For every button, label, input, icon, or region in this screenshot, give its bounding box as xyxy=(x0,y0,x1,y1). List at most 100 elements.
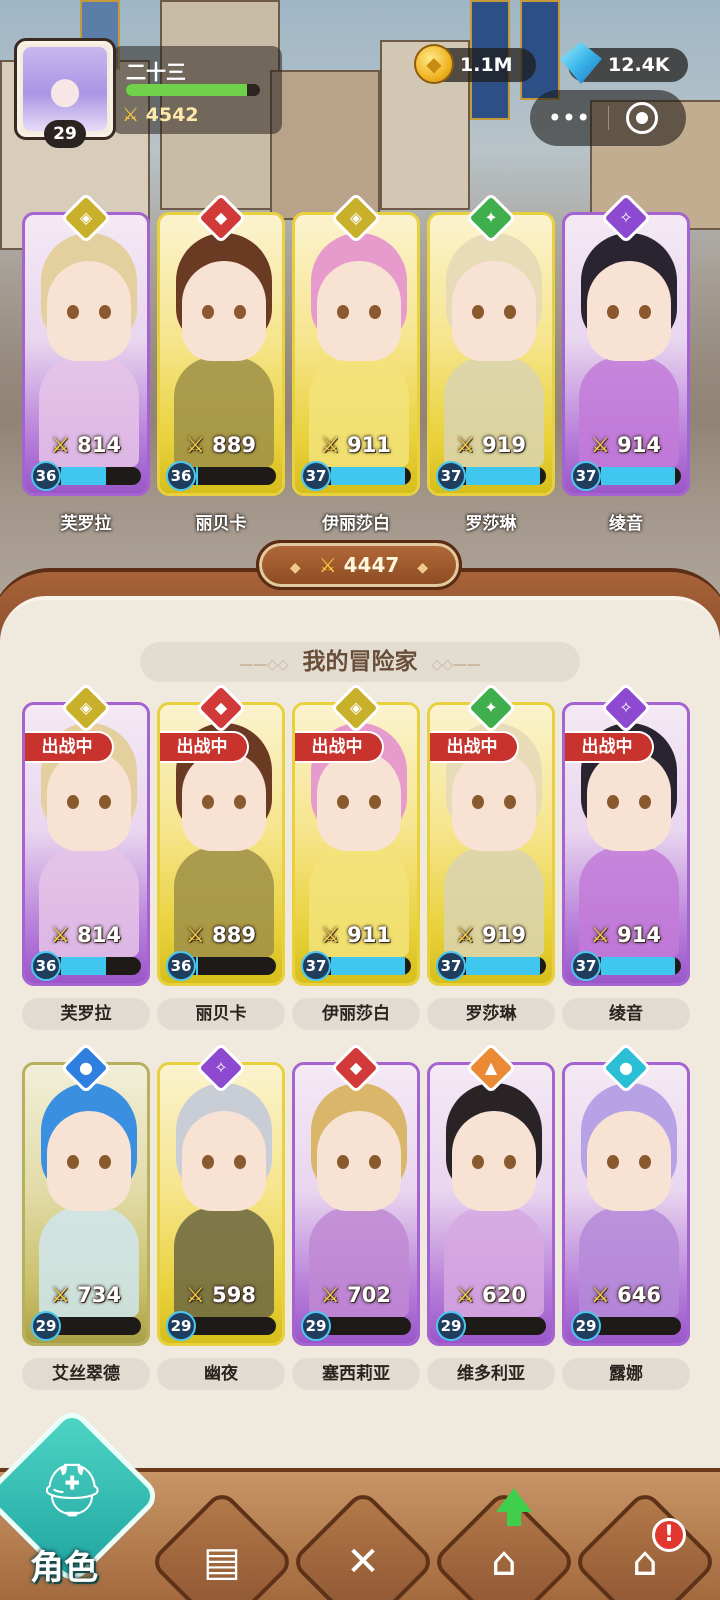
hero-level-bar xyxy=(47,1317,141,1335)
hero-level-bar xyxy=(587,957,681,975)
sword-icon: ⚔ xyxy=(321,1283,348,1307)
hero-power-value: 911 xyxy=(347,433,391,457)
hero-portrait xyxy=(182,751,266,851)
close-target-icon[interactable] xyxy=(626,102,658,134)
hero-portrait xyxy=(47,1111,131,1211)
hero-level: 37 xyxy=(436,951,466,981)
hero-card[interactable]: ⚔ 919 37 xyxy=(427,212,555,496)
hero-level-row: 29 xyxy=(166,1311,276,1341)
hero-name: 罗莎琳 xyxy=(427,998,555,1030)
hero-card[interactable]: 出战中 ⚔ 911 37 xyxy=(292,702,420,986)
hero-card[interactable]: 出战中 ⚔ 814 36 xyxy=(22,702,150,986)
sword-icon: ⚔ xyxy=(186,433,213,457)
hero-level: 37 xyxy=(571,951,601,981)
hero-level: 37 xyxy=(571,461,601,491)
hero-power: ⚔ 919 xyxy=(430,433,552,457)
alert-badge: ! xyxy=(652,1518,686,1552)
sword-icon: ⚔ xyxy=(186,923,213,947)
hero-level: 36 xyxy=(166,951,196,981)
gem-counter[interactable]: 12.4K xyxy=(560,42,688,84)
sword-icon: ⚔ xyxy=(321,433,348,457)
hero-portrait xyxy=(317,1111,401,1211)
hero-level: 29 xyxy=(31,1311,61,1341)
hero-name: 绫音 xyxy=(562,998,690,1030)
player-name: 二十三 xyxy=(126,60,186,84)
hero-power-value: 919 xyxy=(482,433,526,457)
hero-power: ⚔ 889 xyxy=(160,923,282,947)
hero-name: 塞西莉亚 xyxy=(292,1358,420,1390)
hero-card[interactable]: ⚔ 598 29 xyxy=(157,1062,285,1346)
hero-level-bar xyxy=(452,957,546,975)
hero-card[interactable]: 出战中 ⚔ 889 36 xyxy=(157,702,285,986)
hero-portrait xyxy=(587,261,671,361)
hero-name: 绫音 xyxy=(609,514,643,534)
hero-portrait xyxy=(587,751,671,851)
team-power-value: 4447 xyxy=(343,553,400,577)
hero-card[interactable]: ⚔ 646 29 xyxy=(562,1062,690,1346)
avatar-portrait xyxy=(23,47,107,131)
hero-name: 露娜 xyxy=(562,1358,690,1390)
hero-power-value: 598 xyxy=(212,1283,256,1307)
helmet-icon: ⛑ xyxy=(38,1461,105,1521)
diamond-deco-icon: ◆ xyxy=(289,560,301,576)
hero-level: 37 xyxy=(301,951,331,981)
hero-level-row: 37 xyxy=(301,461,411,491)
gold-counter[interactable]: ◆ 1.1M xyxy=(414,44,536,84)
roster-title-text: 我的冒险家 xyxy=(302,649,418,675)
hero-power: ⚔ 814 xyxy=(25,923,147,947)
sword-icon: ⚔ xyxy=(456,923,483,947)
diamond-deco-icon: ◆ xyxy=(417,560,429,576)
hero-power-value: 911 xyxy=(347,923,391,947)
team-power-badge-overlay: ◆ ⚔ 4447 ◆ xyxy=(256,540,462,590)
hero-name: 丽贝卡 xyxy=(157,998,285,1030)
more-menu-button[interactable]: ••• xyxy=(530,90,608,146)
in-battle-tag: 出战中 xyxy=(25,731,114,763)
sword-icon: ⚔ xyxy=(122,104,140,126)
hero-card[interactable]: ⚔ 814 36 xyxy=(22,212,150,496)
hero-card[interactable]: ⚔ 911 37 xyxy=(292,212,420,496)
hero-level: 36 xyxy=(31,951,61,981)
hero-name: 芙罗拉 xyxy=(22,998,150,1030)
hero-portrait xyxy=(317,261,401,361)
capsule-divider xyxy=(608,106,609,130)
hero-power: ⚔ 620 xyxy=(430,1283,552,1307)
player-power-value: 4542 xyxy=(145,104,199,126)
coin-icon: ◆ xyxy=(414,44,454,84)
hero-level-fill xyxy=(601,467,676,485)
hero-power: ⚔ 919 xyxy=(430,923,552,947)
sword-icon: ⚔ xyxy=(591,923,618,947)
sword-icon: ⚔ xyxy=(591,433,618,457)
nav-character-label: 角色 xyxy=(30,1548,98,1588)
hero-level: 37 xyxy=(301,461,331,491)
hero-portrait xyxy=(47,751,131,851)
hero-level-bar xyxy=(47,467,141,485)
hero-level-fill xyxy=(331,467,406,485)
hero-level-bar xyxy=(452,467,546,485)
more-dots-icon: ••• xyxy=(547,104,591,132)
hero-level: 36 xyxy=(166,461,196,491)
player-xp-fill xyxy=(126,84,247,96)
hero-power-value: 814 xyxy=(77,433,121,457)
hero-portrait xyxy=(452,1111,536,1211)
hero-level-fill xyxy=(466,957,541,975)
hero-level-fill xyxy=(61,467,107,485)
hero-name: 伊丽莎白 xyxy=(292,998,420,1030)
hero-power: ⚔ 889 xyxy=(160,433,282,457)
hero-card[interactable]: ⚔ 620 29 xyxy=(427,1062,555,1346)
hero-card[interactable]: ⚔ 734 29 xyxy=(22,1062,150,1346)
hero-level-row: 29 xyxy=(436,1311,546,1341)
hero-level: 37 xyxy=(436,461,466,491)
hero-power: ⚔ 734 xyxy=(25,1283,147,1307)
hero-level-fill xyxy=(196,467,198,485)
hero-card[interactable]: ⚔ 702 29 xyxy=(292,1062,420,1346)
hero-card[interactable]: ⚔ 889 36 xyxy=(157,212,285,496)
sword-icon: ⚔ xyxy=(186,1283,213,1307)
hero-portrait xyxy=(182,1111,266,1211)
hero-card[interactable]: ⚔ 914 37 xyxy=(562,212,690,496)
hero-card[interactable]: 出战中 ⚔ 919 37 xyxy=(427,702,555,986)
hero-level-row: 37 xyxy=(436,461,546,491)
hero-power-value: 620 xyxy=(482,1283,526,1307)
sword-icon: ⚔ xyxy=(591,1283,618,1307)
hero-card[interactable]: 出战中 ⚔ 914 37 xyxy=(562,702,690,986)
hero-power-value: 734 xyxy=(77,1283,121,1307)
